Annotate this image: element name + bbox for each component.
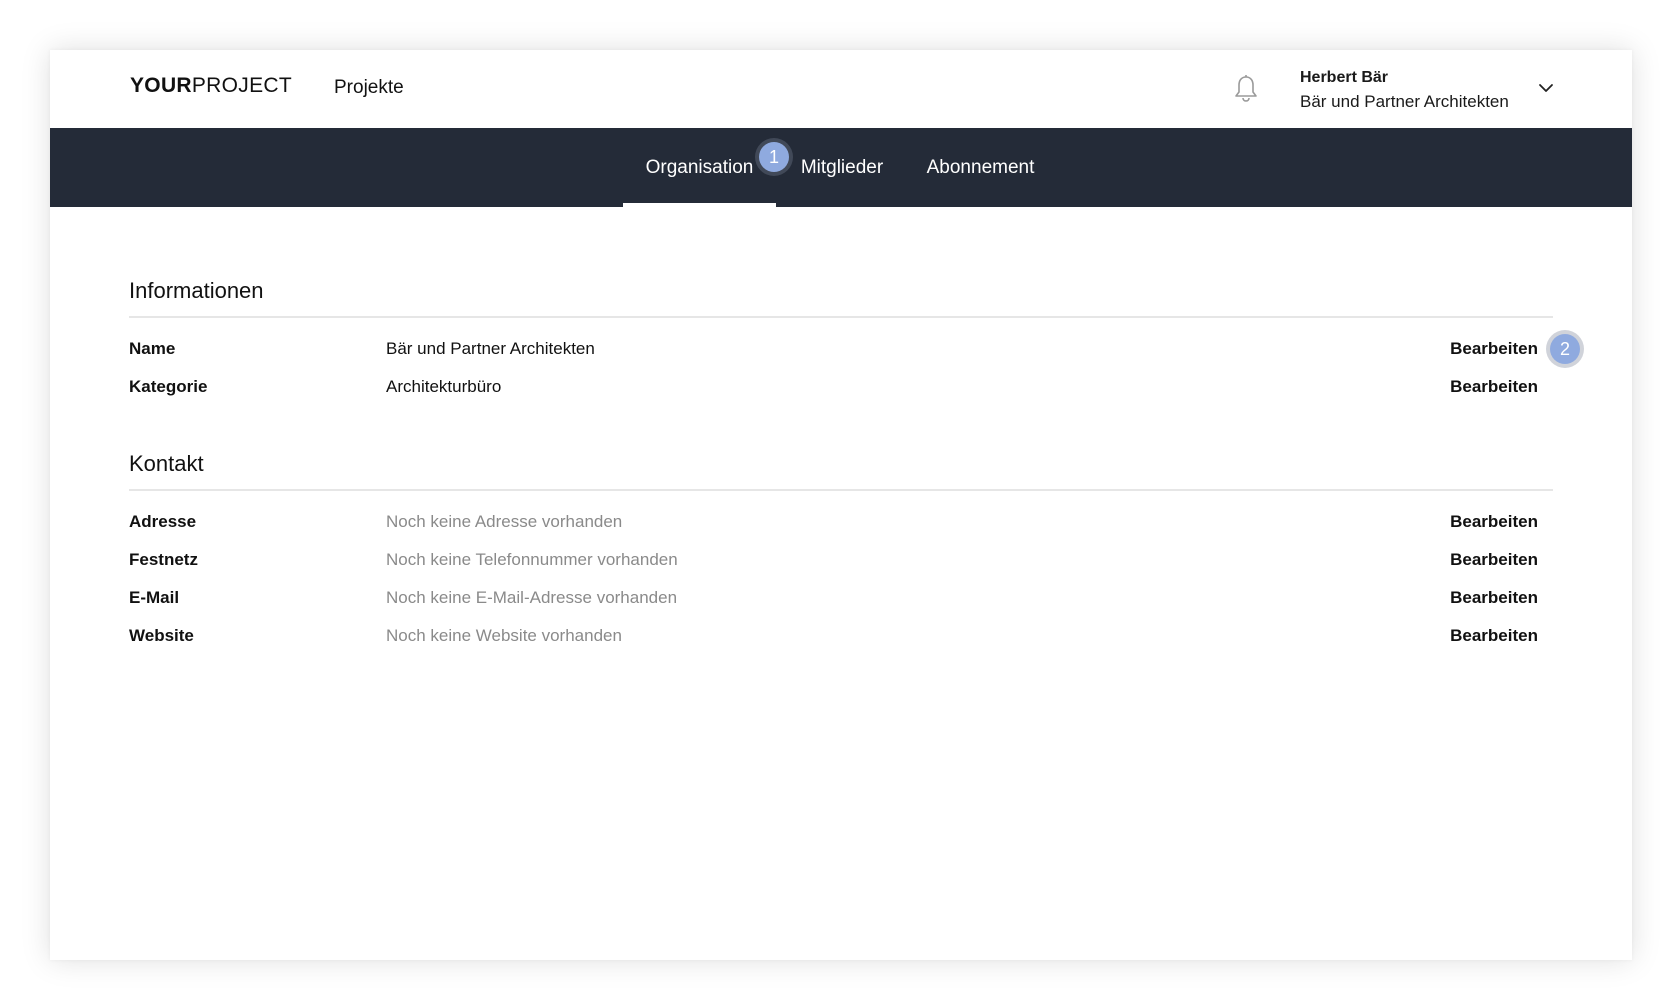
section-title-kontakt: Kontakt: [129, 451, 204, 476]
contact-row-festnetz: Festnetz Noch keine Telefonnummer vorhan…: [129, 546, 1553, 576]
row-label: E-Mail: [129, 588, 180, 607]
section-divider: [129, 489, 1553, 491]
info-row-name: Name Bär und Partner Architekten Bearbei…: [129, 335, 1553, 365]
nav-link-projects[interactable]: Projekte: [334, 77, 404, 99]
row-label: Adresse: [129, 512, 197, 531]
logo[interactable]: YOURPROJECT: [130, 74, 292, 98]
row-value: Noch keine Telefonnummer vorhanden: [386, 550, 678, 569]
edit-email-button[interactable]: Bearbeiten: [1450, 588, 1538, 608]
user-organization: Bär und Partner Architekten: [1300, 92, 1509, 111]
row-value: Architekturbüro: [386, 377, 502, 396]
edit-adresse-button[interactable]: Bearbeiten: [1450, 512, 1538, 532]
edit-festnetz-button[interactable]: Bearbeiten: [1450, 550, 1538, 570]
row-label: Name: [129, 339, 176, 358]
row-value: Noch keine Website vorhanden: [386, 626, 622, 645]
edit-name-button[interactable]: Bearbeiten: [1450, 339, 1538, 359]
bell-icon[interactable]: [1232, 74, 1260, 104]
edit-kategorie-button[interactable]: Bearbeiten: [1450, 377, 1538, 397]
tab-organisation[interactable]: Organisation: [623, 128, 776, 207]
row-label: Website: [129, 626, 194, 645]
logo-light-part: PROJECT: [191, 74, 292, 97]
top-header: YOURPROJECT Projekte Herbert Bär Bär und…: [50, 50, 1632, 128]
step-marker-2: 2: [1550, 334, 1580, 364]
tab-bar: Organisation Mitglieder Abonnement: [50, 128, 1632, 207]
contact-row-email: E-Mail Noch keine E-Mail-Adresse vorhand…: [129, 584, 1553, 614]
row-value: Noch keine Adresse vorhanden: [386, 512, 623, 531]
user-menu[interactable]: Herbert Bär Bär und Partner Architekten: [1300, 66, 1509, 114]
step-marker-1: 1: [759, 142, 789, 172]
row-label: Festnetz: [129, 550, 198, 569]
row-label: Kategorie: [129, 377, 208, 396]
logo-bold-part: YOUR: [130, 74, 192, 97]
tab-abonnement[interactable]: Abonnement: [923, 128, 1038, 207]
edit-website-button[interactable]: Bearbeiten: [1450, 626, 1538, 646]
section-divider: [129, 316, 1553, 318]
info-row-kategorie: Kategorie Architekturbüro Bearbeiten: [129, 373, 1553, 403]
contact-row-website: Website Noch keine Website vorhanden Bea…: [129, 622, 1553, 652]
tab-mitglieder[interactable]: Mitglieder: [792, 128, 892, 207]
user-name: Herbert Bär: [1300, 69, 1389, 86]
app-window: YOURPROJECT Projekte Herbert Bär Bär und…: [50, 50, 1632, 960]
row-value: Bär und Partner Architekten: [386, 339, 595, 358]
chevron-down-icon[interactable]: [1536, 78, 1556, 98]
row-value: Noch keine E-Mail-Adresse vorhanden: [386, 588, 678, 607]
section-title-informationen: Informationen: [129, 278, 264, 303]
contact-row-adresse: Adresse Noch keine Adresse vorhanden Bea…: [129, 508, 1553, 538]
